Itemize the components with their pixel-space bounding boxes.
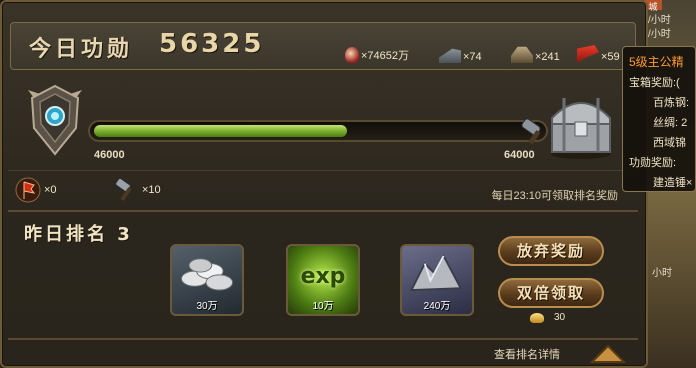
reward-exp-qty: 10万 xyxy=(312,301,334,312)
resource-coin: ×74652万 xyxy=(345,43,409,63)
double-claim-button[interactable]: 双倍领取 xyxy=(498,278,604,308)
collapse-up-button[interactable] xyxy=(588,340,628,366)
flag-item: ×0 xyxy=(14,177,57,203)
silver-coins-icon xyxy=(180,258,234,291)
tooltip-chest-rewards: 宝箱奖励:( xyxy=(629,77,680,89)
coin-count: ×74652万 xyxy=(361,50,410,62)
resource-cart: ×241 xyxy=(511,43,560,63)
progress-max-label: 64000 xyxy=(504,149,535,161)
give-up-reward-button[interactable]: 放弃奖励 xyxy=(498,236,604,266)
flag-item-count: ×0 xyxy=(44,184,57,196)
chest-tooltip: 5级主公精 宝箱奖励:( 百炼钢: 丝绸: 2 西域锦 功勋奖励: 建造锤× xyxy=(622,46,696,192)
rate-line-1: /小时 xyxy=(648,15,671,26)
merit-value: 56325 xyxy=(159,29,265,59)
merit-header: 今日功勋 56325 ×74652万 ×74 ×241 ×59 xyxy=(10,22,636,70)
cannon-count: ×74 xyxy=(463,51,482,63)
reward-ore[interactable]: 240万 xyxy=(400,244,474,316)
reward-silver-qty: 30万 xyxy=(196,301,218,312)
ingot-cost-value: 30 xyxy=(554,312,566,323)
ranking-title: 昨日排名 3 xyxy=(24,224,133,245)
reward-exp[interactable]: exp 10万 xyxy=(286,244,360,316)
flag-count: ×59 xyxy=(601,51,620,63)
reward-ore-qty: 240万 xyxy=(423,301,451,312)
tooltip-merit-rewards: 功勋奖励: xyxy=(629,157,677,169)
reward-silver[interactable]: 30万 xyxy=(170,244,244,316)
yesterday-ranking: 昨日排名 3 30万 exp 10万 240万 放弃奖励 双倍领取 30 xyxy=(8,210,638,336)
red-flag-icon xyxy=(577,45,599,63)
tooltip-hammer: 建造锤× xyxy=(653,177,693,189)
rate-line-2: /小时 xyxy=(648,29,671,40)
merit-progress-bar xyxy=(88,120,548,142)
item-inventory-row: ×0 ×10 每日23:10可领取排名奖励 xyxy=(8,170,638,206)
merit-progress: 46000 64000 xyxy=(8,78,638,168)
hammer-item: ×10 xyxy=(112,177,161,203)
coin-icon xyxy=(345,47,359,63)
cart-icon xyxy=(511,46,533,63)
view-ranking-details-link[interactable]: 查看排名详情 xyxy=(494,346,560,362)
war-flag-icon xyxy=(14,177,42,203)
exp-label: exp xyxy=(300,264,346,289)
arrow-up-icon xyxy=(589,344,627,363)
tooltip-brocade: 西域锦 xyxy=(653,137,686,149)
cart-count: ×241 xyxy=(535,51,560,63)
rate-line-3: 小时 xyxy=(652,268,672,279)
ore-icon xyxy=(409,253,463,292)
merit-progress-fill xyxy=(94,125,347,137)
merit-title: 今日功勋 xyxy=(29,37,134,62)
resource-flag: ×59 xyxy=(577,43,620,63)
rank-badge-icon xyxy=(26,84,84,156)
merit-panel: 今日功勋 56325 ×74652万 ×74 ×241 ×59 46000 64… xyxy=(0,0,648,368)
cannon-icon xyxy=(439,48,461,63)
tooltip-steel: 百炼钢: xyxy=(653,97,690,109)
gold-ingot-icon xyxy=(530,312,544,323)
silver-chest-icon[interactable] xyxy=(544,84,618,160)
tooltip-title: 5级主公精 xyxy=(629,55,684,69)
daily-reward-note: 每日23:10可领取排名奖励 xyxy=(491,190,618,202)
hammer-icon xyxy=(112,177,140,203)
panel-footer: 查看排名详情 xyxy=(8,338,638,366)
progress-min-label: 46000 xyxy=(94,149,125,161)
ingot-cost: 30 xyxy=(530,312,565,323)
side-rates: /小时 /小时 xyxy=(648,14,671,42)
tooltip-silk: 丝绸: 2 xyxy=(653,117,688,129)
resource-cannon: ×74 xyxy=(439,43,482,63)
hammer-item-count: ×10 xyxy=(142,184,161,196)
